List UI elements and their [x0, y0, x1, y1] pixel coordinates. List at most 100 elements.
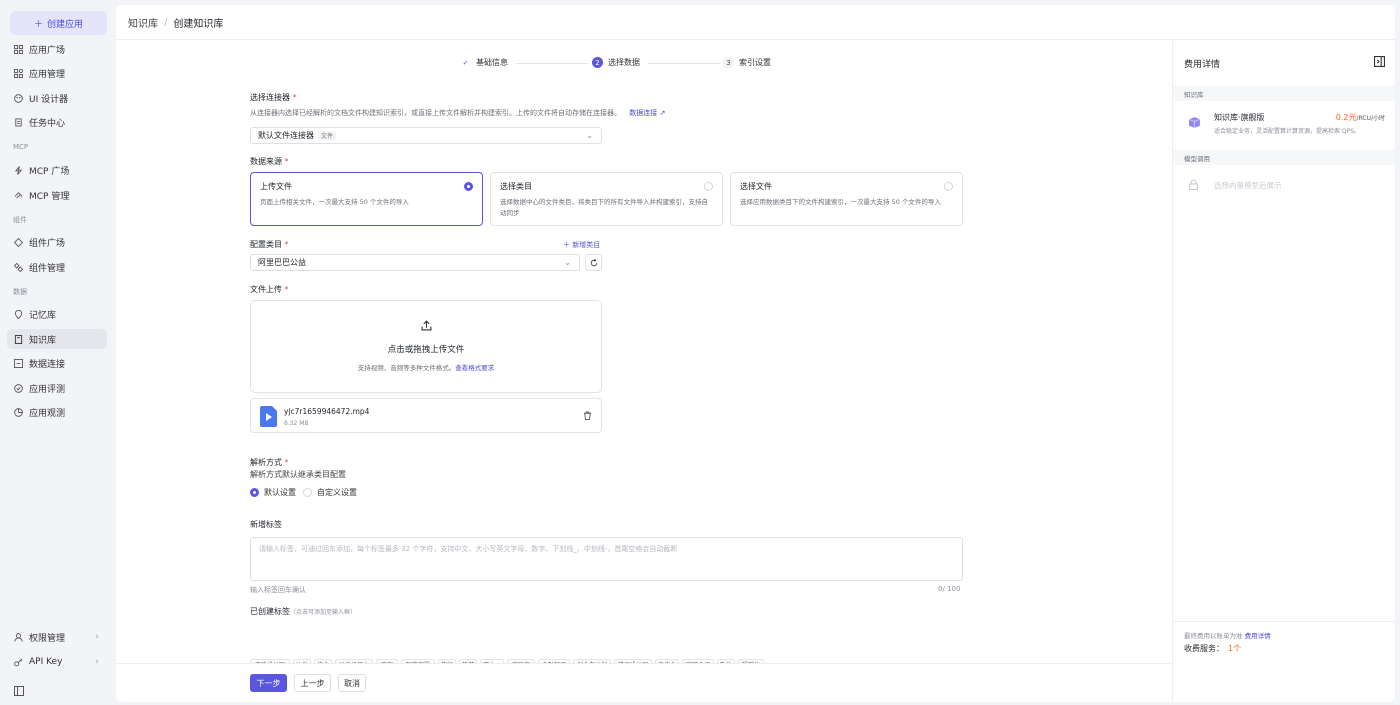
source-card-upload[interactable]: 上传文件 页面上传相关文件，一次最大支持 50 个文件的导入 [250, 172, 483, 226]
evaluate-icon [14, 383, 23, 393]
main-panel: 知识库 / 创建知识库 ✓ 基础信息 2 选择数据 3 索引设置 选择连接器 *… [116, 5, 1395, 702]
form-footer: 下一步 上一步 取消 [116, 663, 1172, 702]
chevron-down-icon: ⌄ [586, 131, 593, 140]
lock-icon [1189, 179, 1198, 190]
sidebar-item-permission[interactable]: 权限管理 › [7, 627, 107, 647]
upload-icon [421, 320, 432, 331]
prev-button[interactable]: 上一步 [294, 674, 331, 692]
radio-button [303, 488, 312, 497]
link-icon [14, 358, 23, 368]
file-size: 6.32 MB [284, 420, 309, 427]
sidebar-item-app-manage[interactable]: 应用管理 [7, 63, 107, 83]
step-divider [516, 63, 588, 64]
tags-helper: 输入标签回车确认 [250, 586, 306, 594]
refresh-button[interactable] [585, 254, 602, 271]
category-select[interactable]: 阿里巴巴公益 ⌄ [250, 254, 580, 271]
plus-icon: ＋ [33, 19, 43, 30]
new-tags-label: 新增标签 [250, 520, 282, 529]
key-icon [14, 658, 23, 666]
component-icon [14, 237, 23, 247]
user-icon [14, 632, 23, 642]
cost-panel: 费用详情 知识库 知识库·旗舰版 0.2元/RCU/小时 适合稳定业务，灵活配置… [1172, 41, 1395, 702]
lightning-icon [14, 165, 23, 175]
sidebar-collapse-icon[interactable] [14, 686, 24, 696]
book-icon [14, 334, 23, 344]
sidebar-item-app-square[interactable]: 应用广场 [7, 39, 107, 59]
divider [1173, 621, 1395, 622]
parse-custom-option[interactable]: 自定义设置 [303, 487, 357, 498]
sidebar-item-memory[interactable]: 记忆库 [7, 304, 107, 324]
created-tags-label: 已创建标签（点击可添加至输入框） [250, 607, 357, 616]
step-basic-info: ✓ 基础信息 [460, 57, 508, 68]
apps-icon [14, 68, 23, 78]
sidebar-item-data-connect[interactable]: 数据连接 [7, 353, 107, 373]
chevron-right-icon: › [95, 657, 99, 667]
radio-button [464, 182, 473, 191]
upload-hint: 支持视频、音频等多种文件格式。查看格式要求 [357, 364, 495, 372]
cost-detail-link[interactable]: 费用详情 [1245, 632, 1271, 640]
radio-button [704, 182, 713, 191]
check-icon: ✓ [462, 58, 469, 67]
palette-icon [14, 93, 23, 103]
step-divider [648, 63, 720, 64]
panel-collapse-icon[interactable] [1374, 56, 1385, 67]
upload-label: 文件上传 * [250, 285, 289, 294]
connector-select[interactable]: 默认文件连接器 文件 ⌄ [250, 127, 602, 144]
tags-input[interactable]: 请输入标签，可通过回车添加，每个标签最多 32 个字符，支持中文、大小写英文字母… [250, 537, 963, 581]
nav-group-data: 数据 [13, 288, 27, 296]
parse-hint: 解析方式默认继承类目配置 [250, 470, 346, 479]
step-index-settings: 3 索引设置 [723, 57, 771, 68]
component-manage-icon [14, 262, 23, 272]
breadcrumb-current: 创建知识库 [173, 18, 224, 30]
sidebar: ＋ 创建应用 应用广场 应用管理 UI 设计器 任务中心 MCP MCP 广场 … [0, 0, 116, 705]
sidebar-item-mcp-square[interactable]: MCP 广场 [7, 160, 107, 180]
paid-services: 收费服务： 1个 [1184, 644, 1242, 653]
chevron-down-icon: ⌄ [564, 258, 571, 267]
data-connect-link[interactable]: 数据连接 ↗ [629, 109, 665, 117]
external-link-icon: ↗ [659, 109, 666, 117]
sidebar-item-component-manage[interactable]: 组件管理 [7, 257, 107, 277]
tags-counter: 0/ 100 [938, 585, 961, 593]
cancel-button[interactable]: 取消 [338, 674, 366, 692]
upload-title: 点击或拖拽上传文件 [387, 345, 465, 355]
sidebar-item-task-center[interactable]: 任务中心 [7, 112, 107, 132]
nav-group-mcp: MCP [13, 143, 29, 151]
file-name: yjc7r1659946472.mp4 [284, 407, 370, 416]
memory-icon [14, 309, 23, 319]
breadcrumb-separator: / [164, 16, 168, 28]
stepper: ✓ 基础信息 2 选择数据 3 索引设置 [460, 57, 880, 71]
model-section-header: 模型调用 [1173, 150, 1395, 165]
uploaded-file-item: yjc7r1659946472.mp4 6.32 MB [250, 398, 602, 433]
sidebar-item-app-observe[interactable]: 应用观测 [7, 402, 107, 422]
nav-group-component: 组件 [13, 216, 27, 224]
trash-icon[interactable] [583, 411, 592, 420]
connector-hint: 从连接器内选择已经解析的文档文件构建知识索引，或直接上传文件解析并构建索引。上传… [250, 109, 666, 117]
form-content: ✓ 基础信息 2 选择数据 3 索引设置 选择连接器 * 从连接器内选择已经解析… [116, 41, 1172, 663]
bill-note: 最终费用以账单为准 费用详情 [1184, 632, 1271, 640]
kb-plan-desc: 适合稳定业务，灵活配置算计算资源，提高检索 QPS。 [1214, 128, 1361, 135]
kb-box-icon [1188, 117, 1201, 128]
sidebar-item-mcp-manage[interactable]: MCP 管理 [7, 185, 107, 205]
radio-button [250, 488, 259, 497]
task-icon [15, 117, 22, 127]
file-tag: 文件 [318, 131, 337, 140]
upload-dropzone[interactable]: 点击或拖拽上传文件 支持视频、音频等多种文件格式。查看格式要求 [250, 300, 602, 393]
add-category-button[interactable]: ＋ 新增类目 [563, 240, 600, 250]
sidebar-item-knowledge-base[interactable]: 知识库 [7, 329, 107, 349]
kb-section-header: 知识库 [1173, 86, 1395, 101]
sidebar-item-ui-designer[interactable]: UI 设计器 [7, 88, 107, 108]
video-file-icon [260, 406, 277, 427]
next-button[interactable]: 下一步 [250, 674, 287, 692]
sidebar-item-app-evaluate[interactable]: 应用评测 [7, 378, 107, 398]
sidebar-item-api-key[interactable]: API Key › [7, 652, 107, 672]
format-requirements-link[interactable]: 查看格式要求 [455, 364, 494, 372]
source-card-file[interactable]: 选择文件 选择应用数据类目下的文件构建索引，一次最大支持 50 个文件的导入 [730, 172, 963, 226]
category-label: 配置类目 * [250, 240, 289, 249]
data-source-label: 数据来源 * [250, 157, 289, 166]
breadcrumb-knowledge-base[interactable]: 知识库 [128, 15, 158, 30]
kb-plan-name: 知识库·旗舰版 [1214, 113, 1265, 122]
create-app-button[interactable]: ＋ 创建应用 [10, 11, 107, 35]
source-card-category[interactable]: 选择类目 选择数据中心的文件类目，将类目下的所有文件导入并构建索引，支持自动同步 [490, 172, 723, 226]
parse-default-option[interactable]: 默认设置 [250, 487, 296, 498]
sidebar-item-component-square[interactable]: 组件广场 [7, 232, 107, 252]
